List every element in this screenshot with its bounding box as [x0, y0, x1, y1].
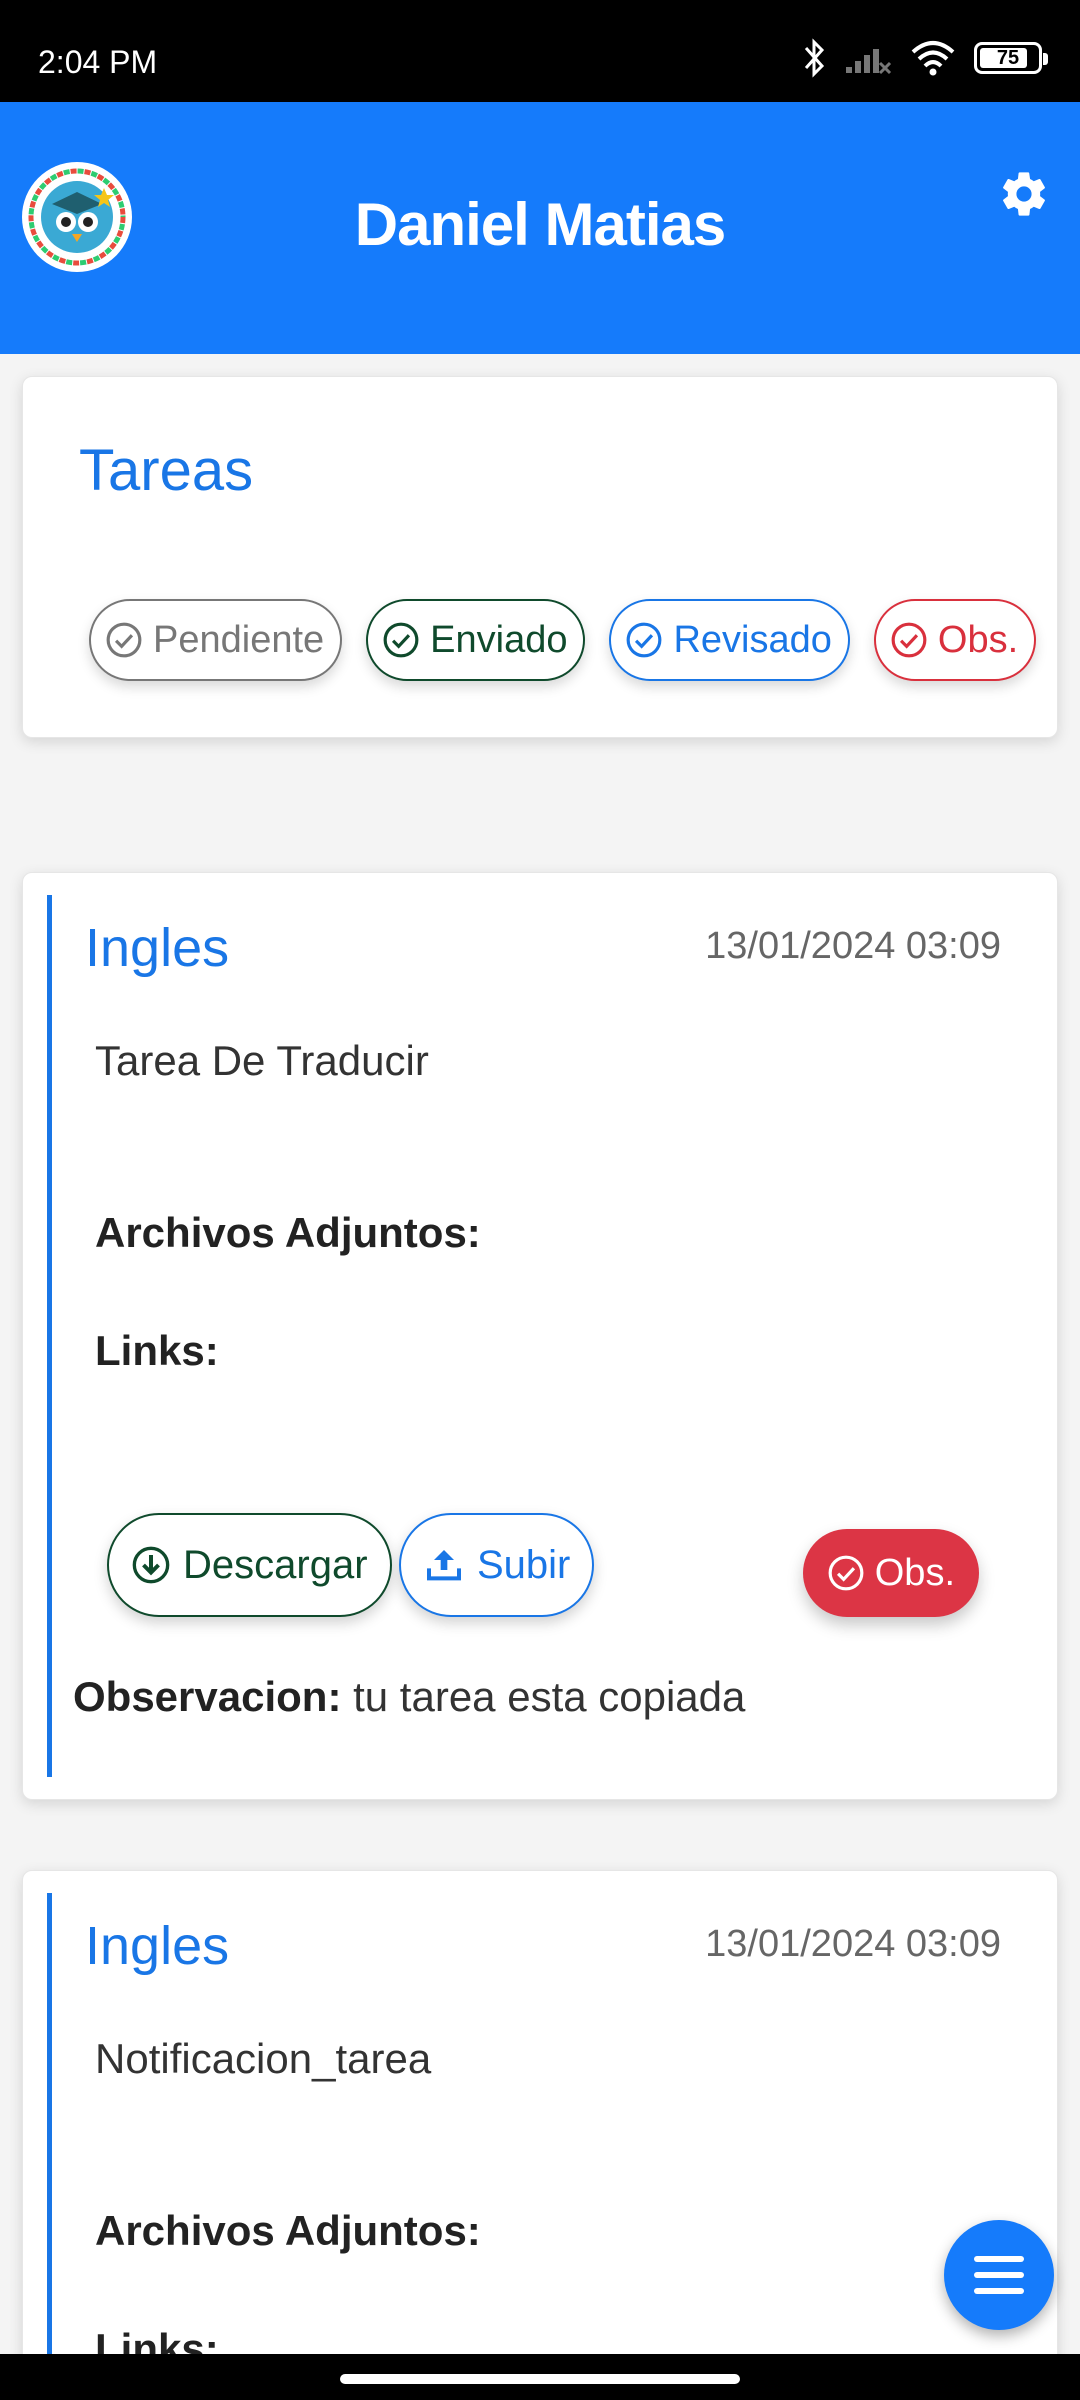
wifi-icon — [910, 40, 956, 76]
attachments-label: Archivos Adjuntos: — [95, 2207, 481, 2254]
filter-chip-revisado[interactable]: Revisado — [609, 599, 850, 681]
task-description: Notificacion_tarea — [95, 2035, 432, 2082]
upload-label: Subir — [477, 1542, 571, 1587]
status-time: 2:04 PM — [38, 44, 158, 80]
check-circle-icon — [106, 622, 142, 658]
gear-icon — [1003, 172, 1045, 216]
task-subject: Ingles — [85, 918, 230, 978]
card-accent-bar — [47, 895, 52, 1777]
task-card: Ingles 13/01/2024 03:09 Notificacion_tar… — [22, 1870, 1058, 2400]
battery-icon: 75 — [974, 42, 1048, 74]
chip-label: Pendiente — [153, 618, 325, 661]
upload-icon — [427, 1550, 461, 1581]
status-filter-chips: Pendiente Enviado Revisado Obs. — [89, 599, 1037, 681]
task-description: Tarea De Traducir — [95, 1037, 429, 1084]
download-circle-icon — [132, 1546, 170, 1584]
status-obs-button[interactable]: Obs. — [802, 1529, 979, 1617]
filter-chip-obs[interactable]: Obs. — [873, 599, 1037, 681]
bluetooth-icon — [802, 38, 826, 78]
page-title: Daniel Matias — [354, 191, 726, 258]
observation-text: tu tarea esta copiada — [353, 1673, 746, 1720]
chip-label: Revisado — [673, 618, 832, 661]
task-subject: Ingles — [85, 1916, 230, 1976]
check-circle-icon — [627, 622, 662, 658]
system-nav-bar — [0, 2354, 1080, 2400]
battery-level: 75 — [996, 46, 1020, 69]
section-title: Tareas — [79, 438, 254, 503]
status-icons: 75 — [802, 38, 1048, 78]
status-bar: 2:04 PM 75 — [0, 0, 1080, 102]
check-circle-icon — [383, 622, 419, 658]
download-button[interactable]: Descargar — [107, 1513, 392, 1617]
upload-button[interactable]: Subir — [399, 1513, 595, 1617]
home-gesture-handle[interactable] — [340, 2374, 740, 2384]
download-label: Descargar — [183, 1542, 368, 1587]
task-card: Ingles 13/01/2024 03:09 Tarea De Traduci… — [22, 872, 1058, 1800]
task-date: 13/01/2024 03:09 — [705, 1923, 1001, 1965]
observation-label: Observacion: — [73, 1673, 342, 1720]
chip-label: Obs. — [937, 618, 1019, 661]
observation: Observacion: tu tarea esta copiada — [73, 1673, 745, 1721]
attachments-label: Archivos Adjuntos: — [95, 1209, 481, 1256]
card-accent-bar — [47, 1893, 52, 2400]
filter-chip-enviado[interactable]: Enviado — [366, 599, 586, 681]
links-label: Links: — [95, 1327, 219, 1374]
check-circle-icon — [828, 1555, 864, 1591]
task-date: 13/01/2024 03:09 — [705, 925, 1001, 967]
app-header: Daniel Matias — [0, 102, 1080, 354]
status-obs-label: Obs. — [874, 1551, 955, 1594]
menu-fab[interactable] — [944, 2220, 1054, 2330]
filter-chip-pendiente[interactable]: Pendiente — [89, 599, 343, 681]
task-filter-card: Tareas Pendiente Enviado Revisado Obs. — [22, 376, 1058, 738]
check-circle-icon — [891, 622, 927, 658]
menu-icon — [974, 2256, 1024, 2294]
settings-button[interactable] — [998, 168, 1050, 220]
chip-label: Enviado — [430, 618, 568, 661]
signal-icon — [844, 41, 892, 75]
